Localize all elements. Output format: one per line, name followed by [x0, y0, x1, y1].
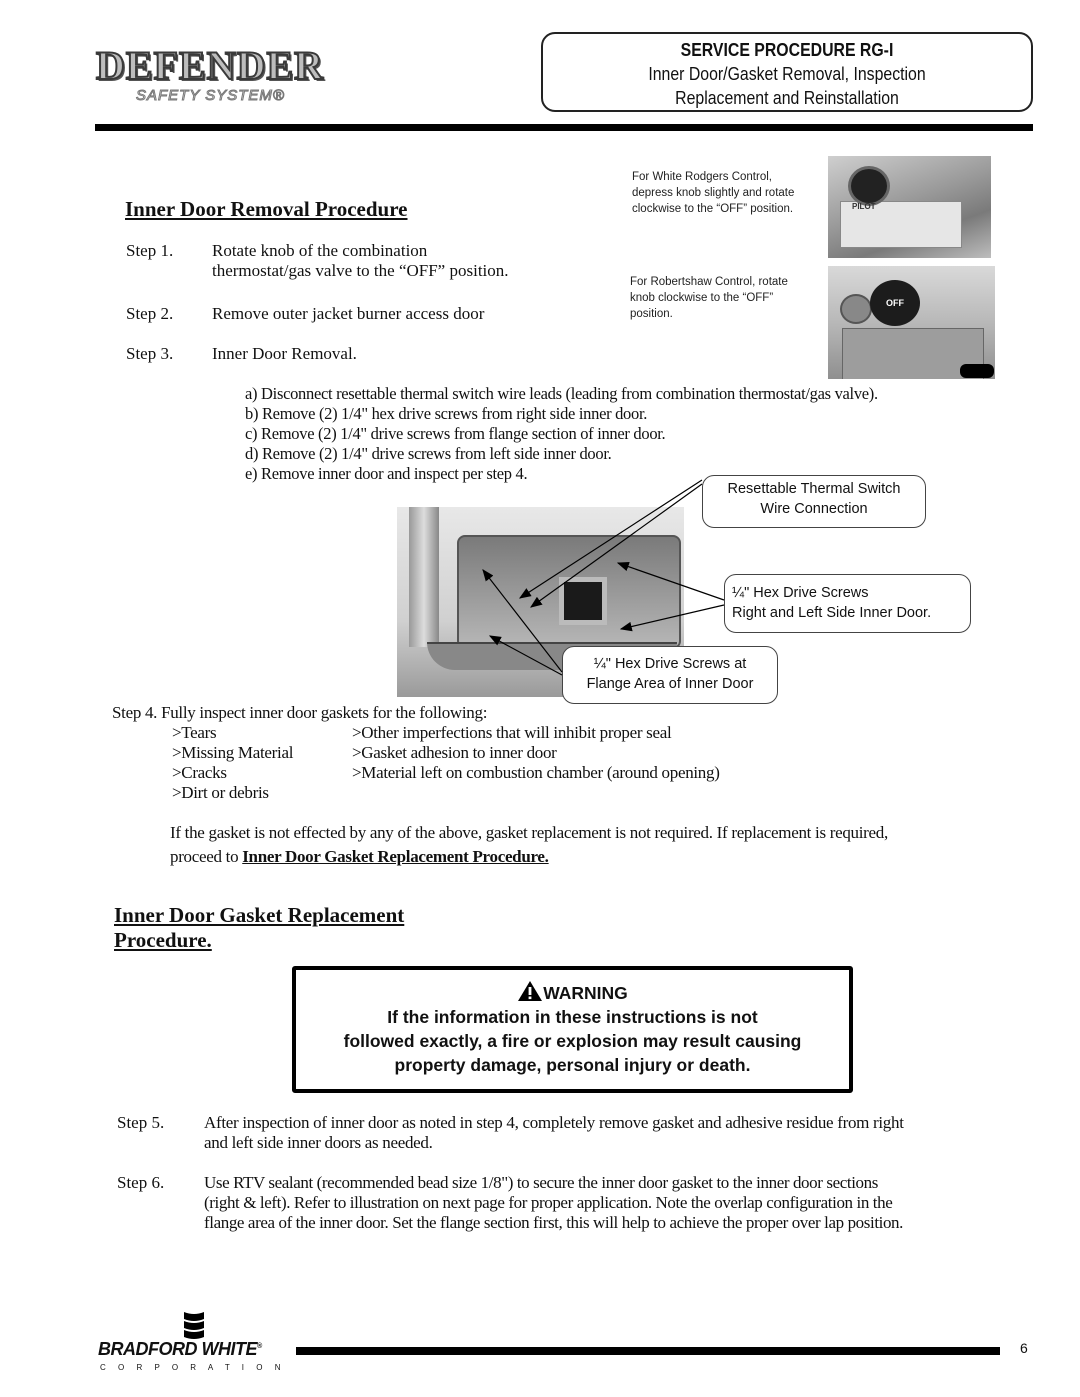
- inspection-left-list: >Tears >Missing Material >Cracks >Dirt o…: [172, 723, 293, 803]
- arrow-thermal-2: [530, 483, 703, 608]
- bradford-white-logo: BRADFORD WHITE® C O R P O R A T I O N: [98, 1310, 298, 1380]
- warning-triangle-icon: [518, 981, 543, 1001]
- inspection-note-line1: If the gasket is not effected by any of …: [170, 823, 888, 842]
- warning-line2: followed exactly, a fire or explosion ma…: [343, 1031, 802, 1051]
- warning-title-row: WARNING: [296, 980, 849, 1005]
- corporation-label: C O R P O R A T I O N: [100, 1363, 286, 1372]
- step-6-line: (right & left). Refer to illustration on…: [204, 1193, 893, 1212]
- inspection-right-list: >Other imperfections that will inhibit p…: [352, 723, 720, 783]
- bradford-white-wordmark: BRADFORD WHITE®: [98, 1339, 262, 1360]
- bradford-white-flag-icon: [184, 1312, 204, 1339]
- warning-title: WARNING: [543, 983, 628, 1003]
- step-5-line: and left side inner doors as needed.: [204, 1133, 433, 1152]
- inspection-note: If the gasket is not effected by any of …: [170, 821, 1010, 869]
- step-5-label: Step 5.: [117, 1113, 165, 1132]
- inspection-item: >Missing Material: [172, 743, 294, 762]
- arrow-side-bottom: [619, 604, 725, 632]
- inspection-item: >Dirt or debris: [172, 783, 269, 802]
- replacement-heading: Inner Door Gasket Replacement Procedure.: [114, 903, 404, 953]
- step-6-line: flange area of the inner door. Set the f…: [204, 1213, 904, 1232]
- arrow-side-top: [616, 562, 725, 601]
- step-6-text: Use RTV sealant (recommended bead size 1…: [204, 1173, 903, 1233]
- arrow-flange-top: [482, 569, 563, 673]
- footer-divider: [296, 1347, 1000, 1355]
- registered-mark: ®: [256, 1343, 262, 1350]
- inspection-item: >Cracks: [172, 763, 227, 782]
- step-6-label: Step 6.: [117, 1173, 165, 1192]
- inspection-item: >Tears: [172, 723, 217, 742]
- warning-line3: property damage, personal injury or deat…: [394, 1055, 751, 1075]
- replacement-heading-line2: Procedure.: [114, 928, 212, 952]
- inspection-item: >Material left on combustion chamber (ar…: [352, 763, 720, 782]
- gasket-replacement-link[interactable]: Inner Door Gasket Replacement Procedure.: [242, 847, 549, 866]
- brand-name: BRADFORD WHITE: [98, 1339, 257, 1359]
- inspection-item: >Other imperfections that will inhibit p…: [352, 723, 672, 742]
- step-5-text: After inspection of inner door as noted …: [204, 1113, 904, 1153]
- note-prefix: proceed to: [170, 847, 243, 866]
- warning-box: WARNING If the information in these inst…: [292, 966, 853, 1093]
- warning-line1: If the information in these instructions…: [387, 1007, 758, 1027]
- arrow-flange-bottom: [488, 635, 563, 676]
- step-5-line: After inspection of inner door as noted …: [204, 1113, 904, 1132]
- replacement-heading-line1: Inner Door Gasket Replacement: [114, 903, 405, 927]
- step-4-intro: Step 4. Fully inspect inner door gaskets…: [112, 703, 488, 722]
- page-number: 6: [1020, 1340, 1028, 1356]
- inspection-note-line2: proceed to Inner Door Gasket Replacement…: [170, 845, 1010, 869]
- step-6-line: Use RTV sealant (recommended bead size 1…: [204, 1173, 878, 1192]
- arrow-thermal-1: [518, 479, 703, 599]
- inspection-item: >Gasket adhesion to inner door: [352, 743, 557, 762]
